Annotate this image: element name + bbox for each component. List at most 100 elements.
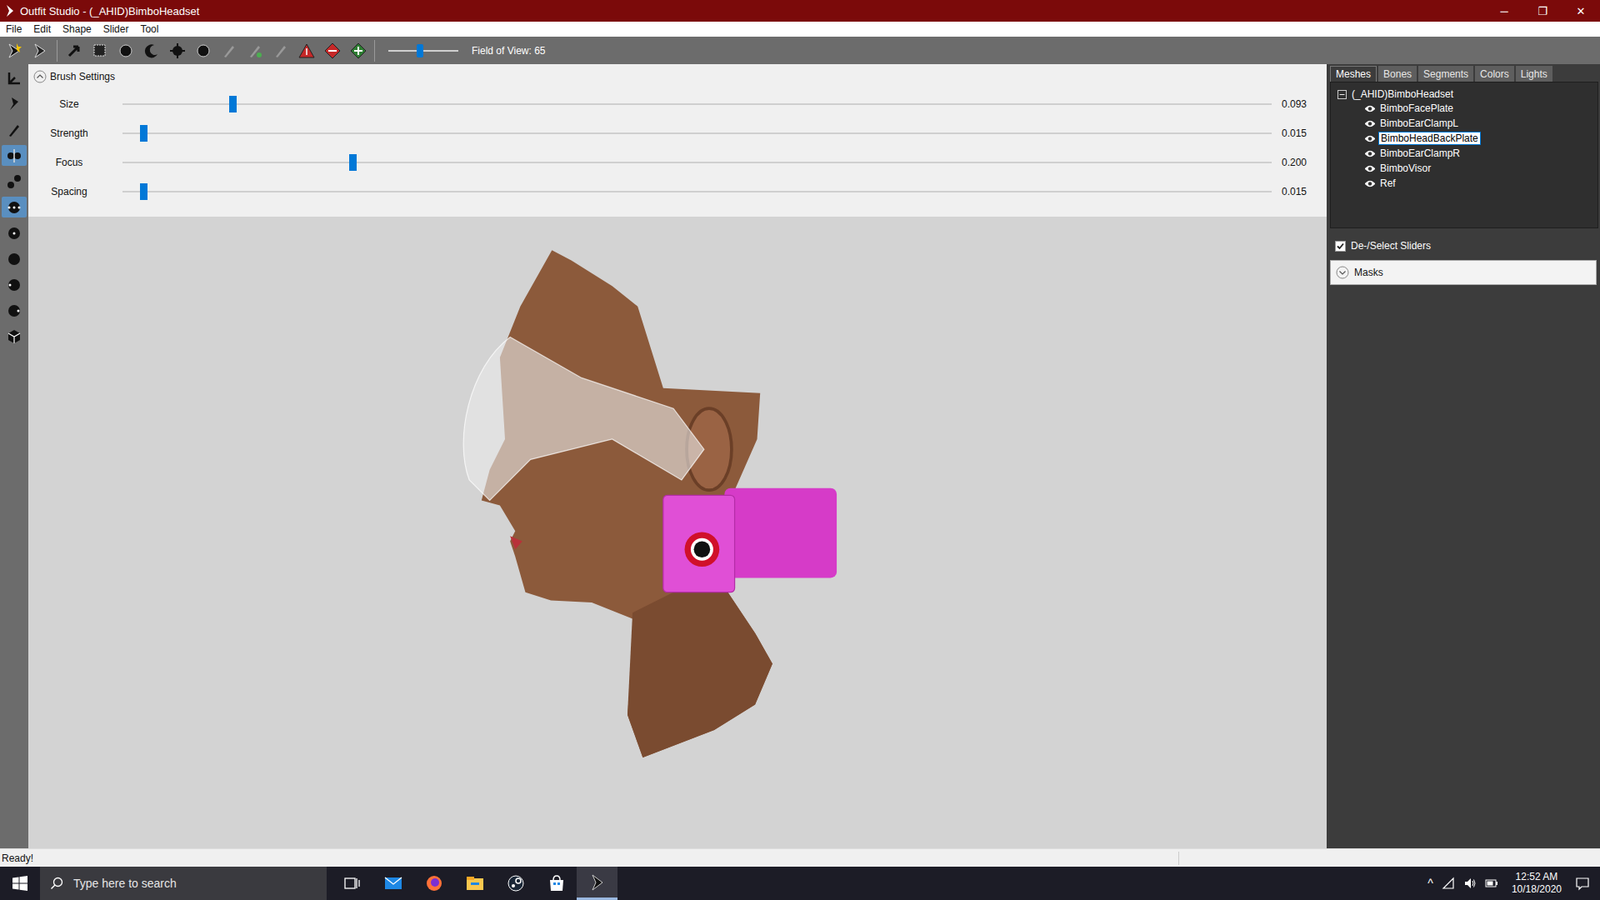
eye-icon[interactable] bbox=[1364, 134, 1376, 144]
mesh-item[interactable]: BimboEarClampR bbox=[1337, 145, 1593, 161]
menu-item[interactable]: Shape bbox=[62, 23, 92, 35]
tab[interactable]: Lights bbox=[1515, 65, 1553, 82]
tray-arrow[interactable]: ^ bbox=[1427, 876, 1434, 890]
left-tool-button[interactable] bbox=[1, 145, 27, 166]
taskbar-app[interactable] bbox=[576, 866, 618, 900]
left-tool-button[interactable] bbox=[1, 300, 27, 321]
masks-label: Masks bbox=[1354, 266, 1384, 279]
masks-section[interactable]: Masks bbox=[1330, 260, 1597, 285]
window-control-button[interactable]: ✕ bbox=[1561, 0, 1600, 22]
nodes-icon bbox=[5, 172, 24, 191]
menu-item[interactable]: Tool bbox=[140, 23, 159, 35]
setting-label: Size bbox=[33, 98, 100, 110]
toolbar-button[interactable] bbox=[5, 40, 25, 62]
sliders-toggle[interactable]: De-/Select Sliders bbox=[1330, 236, 1599, 255]
tab[interactable]: Bones bbox=[1378, 65, 1417, 82]
toolbar-button[interactable] bbox=[30, 40, 50, 62]
eye-icon[interactable] bbox=[1364, 119, 1376, 129]
slider-thumb[interactable] bbox=[140, 125, 148, 142]
store-icon bbox=[546, 873, 567, 894]
3d-viewport[interactable] bbox=[28, 216, 1327, 849]
left-tool-button[interactable] bbox=[1, 93, 27, 115]
mesh-item[interactable]: BimboFacePlate bbox=[1337, 100, 1593, 116]
eye-icon[interactable] bbox=[1364, 104, 1376, 114]
tab[interactable]: Colors bbox=[1475, 65, 1515, 82]
toolbar-button[interactable] bbox=[322, 40, 342, 62]
taskbar-app[interactable] bbox=[372, 866, 414, 900]
volume-icon[interactable] bbox=[1463, 876, 1477, 890]
menu-bar: File Edit Shape Slider Tool bbox=[0, 21, 1600, 37]
eye-icon[interactable] bbox=[1364, 164, 1376, 174]
left-tool-button[interactable] bbox=[1, 170, 27, 192]
toolbar-button[interactable] bbox=[167, 40, 187, 62]
taskbar-app[interactable] bbox=[331, 866, 373, 900]
left-tool-button[interactable] bbox=[1, 274, 27, 295]
toolbar-button[interactable] bbox=[270, 40, 290, 62]
setting-value: 0.015 bbox=[1281, 127, 1320, 140]
window-control-button[interactable]: ❐ bbox=[1523, 0, 1562, 22]
toolbar-button[interactable] bbox=[245, 40, 265, 62]
system-tray: ^ 12:52 AM10/18/2020 bbox=[1427, 870, 1600, 896]
slider-thumb[interactable] bbox=[229, 95, 237, 113]
setting-slider[interactable] bbox=[122, 124, 1272, 143]
toolbar-button[interactable] bbox=[296, 40, 316, 62]
setting-slider[interactable] bbox=[122, 153, 1272, 172]
notifications-icon[interactable] bbox=[1575, 875, 1590, 891]
brush-settings-header[interactable]: Brush Settings bbox=[33, 69, 1320, 85]
slider-thumb[interactable] bbox=[349, 154, 357, 171]
menu-item[interactable]: File bbox=[5, 23, 22, 35]
mesh-item[interactable]: Ref bbox=[1337, 175, 1593, 191]
toolbar-button[interactable] bbox=[141, 40, 161, 62]
slider-thumb[interactable] bbox=[416, 44, 424, 58]
left-tool-button[interactable] bbox=[1, 248, 27, 270]
field-of-view-slider[interactable] bbox=[388, 42, 459, 60]
slider-track bbox=[122, 190, 1272, 193]
brush-settings-rows: Size0.093Strength0.015Focus0.200Spacing0… bbox=[33, 89, 1320, 206]
eye-icon[interactable] bbox=[1364, 179, 1376, 189]
left-tool-button[interactable] bbox=[1, 325, 27, 347]
search-box[interactable]: Type here to search bbox=[40, 866, 327, 900]
left-tool-button[interactable] bbox=[1, 196, 27, 218]
checkbox[interactable] bbox=[1335, 240, 1346, 252]
taskbar-app[interactable] bbox=[454, 866, 495, 900]
setting-value: 0.093 bbox=[1281, 98, 1320, 110]
menu-item[interactable]: Slider bbox=[103, 23, 130, 35]
mesh-item[interactable]: BimboVisor bbox=[1337, 160, 1593, 176]
toolbar-button[interactable] bbox=[219, 40, 239, 62]
toolbar-button[interactable] bbox=[348, 40, 368, 62]
toolbar-button[interactable] bbox=[90, 40, 110, 62]
menu-item[interactable]: Edit bbox=[33, 23, 51, 35]
battery-icon[interactable] bbox=[1485, 876, 1499, 890]
window-control-button[interactable]: ─ bbox=[1485, 0, 1524, 22]
mesh-item[interactable]: BimboEarClampL bbox=[1337, 115, 1593, 131]
network-icon[interactable] bbox=[1441, 876, 1455, 890]
toolbar-button[interactable] bbox=[64, 40, 84, 62]
task-view-icon bbox=[342, 873, 363, 894]
brush-setting-row: Spacing0.015 bbox=[33, 176, 1320, 206]
toolbar-separator bbox=[56, 40, 58, 62]
setting-slider[interactable] bbox=[122, 95, 1272, 114]
taskbar-app[interactable] bbox=[413, 866, 455, 900]
toolbar-button[interactable] bbox=[115, 40, 135, 62]
taskbar-app[interactable] bbox=[495, 866, 536, 900]
start-button[interactable] bbox=[0, 866, 40, 900]
setting-slider[interactable] bbox=[122, 182, 1272, 201]
clock[interactable]: 12:52 AM10/18/2020 bbox=[1506, 870, 1567, 896]
tree-root-label: (_AHID)BimboHeadset bbox=[1351, 88, 1454, 100]
left-tool-button[interactable] bbox=[1, 67, 27, 89]
left-tool-button[interactable] bbox=[1, 222, 27, 244]
slider-thumb[interactable] bbox=[140, 183, 148, 200]
mesh-item[interactable]: BimboHeadBackPlate bbox=[1337, 130, 1593, 146]
tree-root[interactable]: (_AHID)BimboHeadset bbox=[1337, 87, 1593, 101]
tab[interactable]: Segments bbox=[1418, 65, 1474, 82]
mesh-name: BimboEarClampR bbox=[1378, 147, 1462, 160]
left-tool-button[interactable] bbox=[1, 119, 27, 140]
toolbar-button[interactable] bbox=[193, 40, 213, 62]
sphere2-icon bbox=[194, 41, 213, 60]
eye-icon[interactable] bbox=[1364, 149, 1376, 159]
tab[interactable]: Meshes bbox=[1330, 65, 1377, 82]
pin-icon bbox=[5, 95, 24, 114]
expander-icon[interactable] bbox=[1337, 90, 1347, 100]
outfit-studio-screen: Outfit Studio - (_AHID)BimboHeadset─❐✕Fi… bbox=[0, 0, 1600, 900]
taskbar-app[interactable] bbox=[535, 866, 577, 900]
